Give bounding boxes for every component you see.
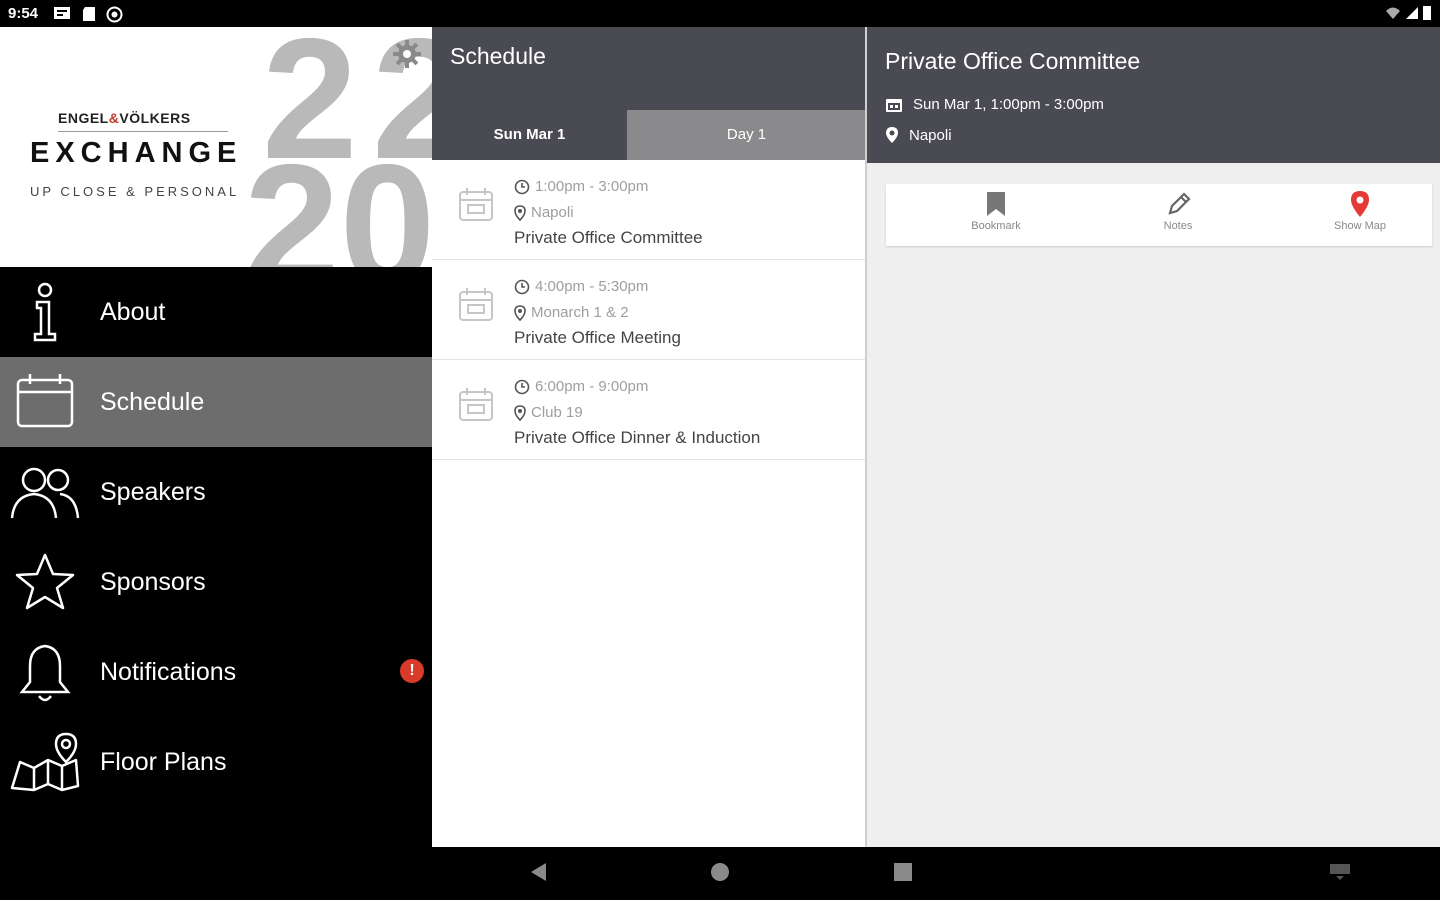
event-tagline: UP CLOSE & PERSONAL [30,184,240,199]
battery-icon [1423,6,1431,20]
wifi-icon [1386,7,1400,19]
tab-day[interactable]: Day 1 [627,110,866,160]
event-name: EXCHANGE [30,137,243,169]
brand-header: 2 2 20 ENGEL&VÖLKERS EXCHANGE UP CLOSE &… [0,27,432,267]
pencil-icon [1168,192,1191,215]
nav-item-label: Speakers [100,477,206,506]
calendar-icon [886,98,902,112]
year-graphic-digits: 20 [244,129,432,267]
event-time: 1:00pm - 3:00pm [514,178,648,195]
event-detail-title: Private Office Committee [885,48,1141,74]
system-navigation-bar [0,847,1440,900]
logo-divider [58,131,228,132]
signal-icon [1406,6,1418,19]
event-title: Private Office Dinner & Induction [514,428,761,447]
people-icon [10,467,80,519]
sync-icon [106,6,123,23]
schedule-pane: Schedule Sun Mar 1 Day 1 1:00pm - 3:00pm… [432,27,866,847]
recents-icon[interactable] [893,861,913,883]
page-title: Schedule [450,43,546,69]
nav-item-label: Notifications [100,657,237,686]
clock-icon [514,379,530,394]
calendar-icon [459,388,493,421]
map-icon [10,732,80,792]
nav-item-label: Floor Plans [100,747,227,776]
nav-item-label: About [100,297,166,326]
tab-date[interactable]: Sun Mar 1 [432,110,627,160]
home-icon[interactable] [709,861,731,883]
event-actions-bar: Bookmark Notes Show Map [886,184,1432,246]
location-pin-icon [514,204,526,221]
schedule-event-row[interactable]: 6:00pm - 9:00pm Club 19 Private Office D… [432,360,866,460]
schedule-event-row[interactable]: 4:00pm - 5:30pm Monarch 1 & 2 Private Of… [432,260,866,360]
bell-icon [19,644,71,702]
nav-item-schedule[interactable]: Schedule [0,357,432,447]
event-time: 4:00pm - 5:30pm [514,278,648,295]
event-title: Private Office Committee [514,228,703,247]
company-logo-text: ENGEL&VÖLKERS [58,110,191,126]
map-pin-icon [1351,191,1369,217]
show-map-button[interactable]: Show Map [1300,190,1420,232]
location-pin-icon [514,304,526,321]
event-detail-header: Private Office Committee Sun Mar 1, 1:00… [867,27,1440,163]
navigation-drawer: 2 2 20 ENGEL&VÖLKERS EXCHANGE UP CLOSE &… [0,27,432,847]
event-detail-pane: Private Office Committee Sun Mar 1, 1:00… [867,27,1440,847]
clock-icon [514,179,530,194]
event-time: 6:00pm - 9:00pm [514,378,648,395]
star-icon [15,553,75,610]
alert-badge: ! [400,659,424,683]
notes-button[interactable]: Notes [1118,190,1238,232]
event-detail-datetime: Sun Mar 1, 1:00pm - 3:00pm [885,96,1104,113]
bookmark-icon [987,192,1005,216]
calendar-icon [459,288,493,321]
nav-item-floor-plans[interactable]: Floor Plans [0,717,432,807]
schedule-event-row[interactable]: 1:00pm - 3:00pm Napoli Private Office Co… [432,160,866,260]
info-icon [33,282,57,342]
nav-item-label: Schedule [100,387,205,416]
nav-item-sponsors[interactable]: Sponsors [0,537,432,627]
keyboard-icon[interactable] [1328,861,1352,881]
clock-icon [514,279,530,294]
calendar-icon [16,374,74,428]
bookmark-button[interactable]: Bookmark [936,190,1056,232]
sd-card-icon [83,7,95,21]
location-pin-icon [886,127,898,143]
nav-item-label: Sponsors [100,567,206,596]
event-location: Monarch 1 & 2 [514,304,629,321]
status-time: 9:54 [8,5,39,22]
back-icon[interactable] [528,861,548,883]
schedule-header: Schedule Sun Mar 1 Day 1 [432,27,866,160]
event-title: Private Office Meeting [514,328,681,347]
nav-item-notifications[interactable]: Notifications ! [0,627,432,717]
location-pin-icon [514,404,526,421]
nav-item-speakers[interactable]: Speakers [0,447,432,537]
status-bar: 9:54 [0,0,1440,27]
event-location: Club 19 [514,404,583,421]
gear-icon[interactable] [392,39,422,69]
message-icon [54,7,70,19]
event-detail-location: Napoli [885,126,952,144]
nav-item-about[interactable]: About [0,267,432,357]
event-location: Napoli [514,204,574,221]
calendar-icon [459,188,493,221]
